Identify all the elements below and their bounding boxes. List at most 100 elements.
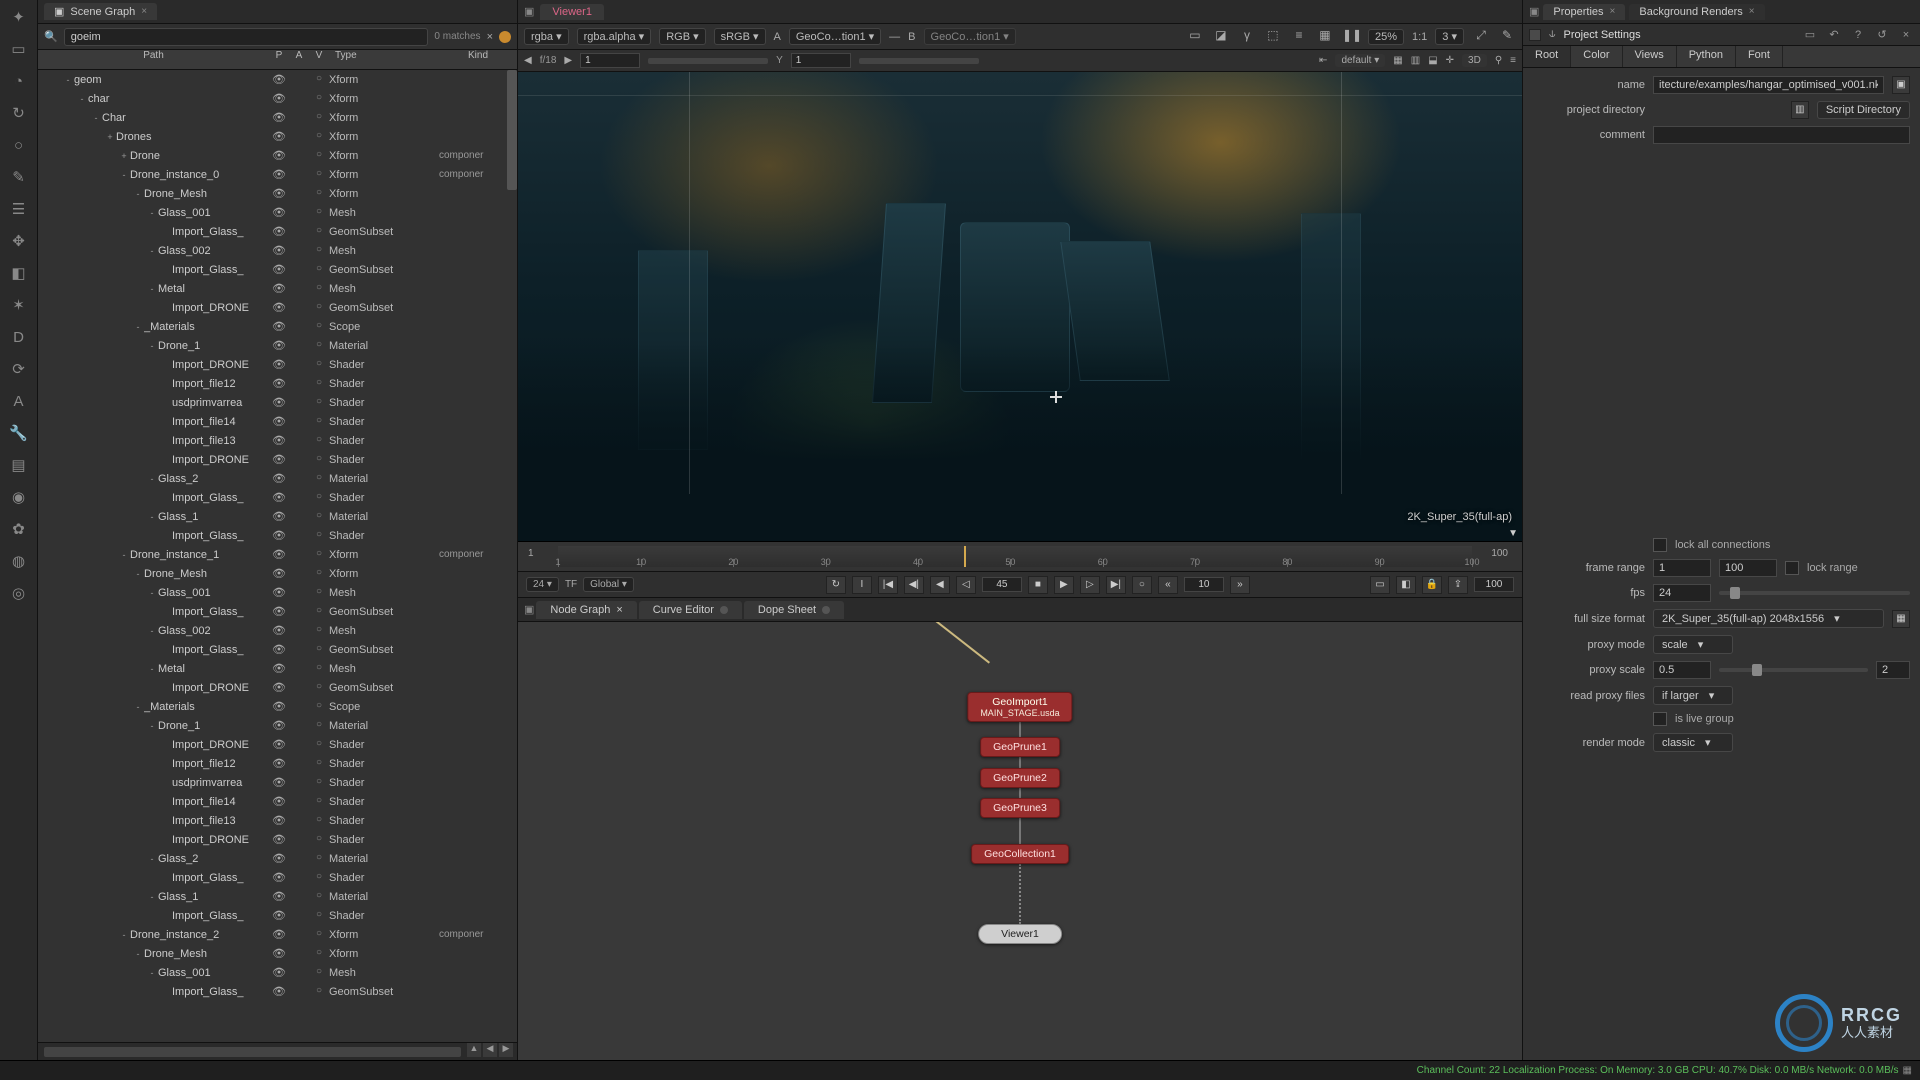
visibility-icon[interactable]: 👁 (269, 415, 289, 428)
scene-graph-row[interactable]: Import_file12👁○Shader (38, 754, 517, 773)
active-icon[interactable]: ○ (309, 529, 329, 542)
active-icon[interactable]: ○ (309, 947, 329, 960)
subtab-font[interactable]: Font (1736, 46, 1783, 67)
scene-graph-row[interactable]: -_Materials👁○Scope (38, 697, 517, 716)
visibility-icon[interactable]: 👁 (269, 719, 289, 732)
visibility-icon[interactable]: 👁 (269, 225, 289, 238)
scene-graph-row[interactable]: -Glass_2👁○Material (38, 469, 517, 488)
disclosure-icon[interactable]: - (118, 550, 130, 560)
proxy-scale-slider[interactable] (1719, 668, 1868, 672)
frame-range-start[interactable] (1653, 559, 1711, 577)
scene-graph-row[interactable]: -Drone_Mesh👁○Xform (38, 564, 517, 583)
subtab-views[interactable]: Views (1623, 46, 1677, 67)
visibility-icon[interactable]: 👁 (269, 282, 289, 295)
visibility-icon[interactable]: 👁 (269, 434, 289, 447)
format-edit-icon[interactable]: ▦ (1892, 610, 1910, 628)
visibility-icon[interactable]: 👁 (269, 662, 289, 675)
proxy-scale-r[interactable] (1876, 661, 1910, 679)
exposure-slider[interactable] (648, 58, 768, 64)
fps-slider[interactable] (1719, 591, 1910, 595)
scene-graph-row[interactable]: -Glass_001👁○Mesh (38, 583, 517, 602)
skip-fwd-button[interactable]: » (1230, 576, 1250, 594)
mode-3d-toggle[interactable]: 3D (1462, 54, 1487, 67)
disclosure-icon[interactable]: - (146, 721, 158, 731)
scene-graph-row[interactable]: -geom👁○Xform (38, 70, 517, 89)
visibility-icon[interactable]: 👁 (269, 187, 289, 200)
capture-icon[interactable]: ◧ (1396, 576, 1416, 594)
scene-graph-row[interactable]: Import_DRONE👁○Shader (38, 735, 517, 754)
visibility-icon[interactable]: 👁 (269, 738, 289, 751)
active-icon[interactable]: ○ (309, 757, 329, 770)
node-color-swatch[interactable] (1529, 29, 1541, 41)
visibility-icon[interactable]: 👁 (269, 624, 289, 637)
lock-icon[interactable]: ⫝ (1549, 28, 1556, 41)
scroll-right-btn[interactable]: ▶ (499, 1043, 513, 1057)
visibility-icon[interactable]: 👁 (269, 681, 289, 694)
scene-graph-row[interactable]: -Glass_002👁○Mesh (38, 241, 517, 260)
active-icon[interactable]: ○ (309, 586, 329, 599)
dope-sheet-tab[interactable]: Dope Sheet (744, 601, 844, 619)
active-icon[interactable]: ○ (309, 776, 329, 789)
node-viewer[interactable]: Viewer1 (978, 924, 1062, 944)
active-icon[interactable]: ○ (309, 415, 329, 428)
active-icon[interactable]: ○ (309, 149, 329, 162)
proxy-icon[interactable]: ≡ (1290, 28, 1308, 46)
active-icon[interactable]: ○ (309, 928, 329, 941)
scene-graph-row[interactable]: Import_DRONE👁○GeomSubset (38, 298, 517, 317)
visibility-icon[interactable]: 👁 (269, 947, 289, 960)
visibility-icon[interactable]: 👁 (269, 130, 289, 143)
rotate-icon[interactable]: ↻ (8, 102, 30, 124)
skip-back-button[interactable]: « (1158, 576, 1178, 594)
visibility-icon[interactable]: 👁 (269, 111, 289, 124)
visibility-icon[interactable]: 👁 (269, 833, 289, 846)
close-icon[interactable]: × (141, 6, 147, 17)
disclosure-icon[interactable]: - (146, 512, 158, 522)
cursor-icon[interactable]: ✦ (8, 6, 30, 28)
active-icon[interactable]: ○ (309, 814, 329, 827)
scene-graph-row[interactable]: -Glass_001👁○Mesh (38, 963, 517, 982)
active-icon[interactable]: ○ (309, 833, 329, 846)
scene-graph-row[interactable]: Import_file13👁○Shader (38, 811, 517, 830)
playhead[interactable] (964, 546, 966, 567)
node-geoimport[interactable]: GeoImport1 MAIN_STAGE.usda (967, 692, 1072, 722)
active-icon[interactable]: ○ (309, 643, 329, 656)
scene-graph-row[interactable]: -Glass_002👁○Mesh (38, 621, 517, 640)
active-icon[interactable]: ○ (309, 567, 329, 580)
target-icon[interactable]: ◎ (8, 582, 30, 604)
subtab-python[interactable]: Python (1677, 46, 1736, 67)
text-icon[interactable]: A (8, 390, 30, 412)
bg-renders-tab[interactable]: Background Renders× (1629, 4, 1764, 20)
sync-icon[interactable]: ↻ (826, 576, 846, 594)
scene-graph-row[interactable]: -Drone_1👁○Material (38, 336, 517, 355)
visibility-icon[interactable]: 👁 (269, 472, 289, 485)
active-icon[interactable]: ○ (309, 624, 329, 637)
show-icon[interactable]: ▭ (1802, 28, 1818, 41)
pause-icon[interactable]: ❚❚ (1342, 28, 1360, 46)
close-section-icon[interactable]: × (1898, 29, 1914, 41)
scene-graph-row[interactable]: Import_Glass_👁○GeomSubset (38, 222, 517, 241)
active-icon[interactable]: ○ (309, 263, 329, 276)
fps-field[interactable] (1653, 584, 1711, 602)
scene-graph-row[interactable]: -Metal👁○Mesh (38, 279, 517, 298)
first-frame-button[interactable]: |◀ (878, 576, 898, 594)
scene-graph-row[interactable]: Import_file13👁○Shader (38, 431, 517, 450)
active-icon[interactable]: ○ (309, 985, 329, 998)
prev-frame-icon[interactable]: ◀ (524, 55, 532, 66)
menu-icon[interactable]: ≡ (1510, 55, 1516, 66)
brush-icon[interactable]: ✎ (8, 166, 30, 188)
visibility-icon[interactable]: 👁 (269, 263, 289, 276)
name-field[interactable] (1653, 76, 1884, 94)
visibility-icon[interactable]: 👁 (269, 985, 289, 998)
visibility-icon[interactable]: 👁 (269, 700, 289, 713)
disclosure-icon[interactable]: - (146, 854, 158, 864)
circle-icon[interactable]: ○ (8, 134, 30, 156)
pen-icon[interactable]: ✎ (1498, 28, 1516, 46)
clear-search-icon[interactable]: × (487, 31, 493, 43)
loop-icon[interactable]: ○ (1132, 576, 1152, 594)
refresh-icon[interactable]: ⟳ (8, 358, 30, 380)
close-icon[interactable]: × (1749, 6, 1755, 17)
active-icon[interactable]: ○ (309, 339, 329, 352)
active-icon[interactable]: ○ (309, 377, 329, 390)
proxy-scale-field[interactable] (1653, 661, 1711, 679)
disclosure-icon[interactable]: + (104, 132, 116, 142)
